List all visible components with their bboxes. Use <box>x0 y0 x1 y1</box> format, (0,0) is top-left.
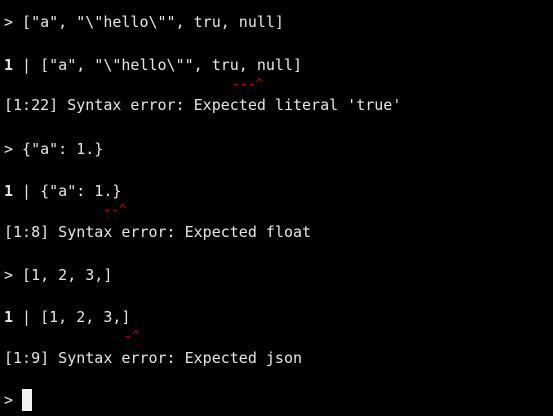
echo-separator: | <box>13 56 41 74</box>
input-prompt-line: > {"a": 1.} <box>4 140 104 158</box>
error-position-marker: -^ <box>124 329 140 344</box>
error-position-marker: ---^ <box>232 77 264 92</box>
current-prompt: > <box>4 391 14 409</box>
terminal-window[interactable]: > ["a", "\"hello\"", tru, null] 1 | ["a"… <box>0 0 553 416</box>
echo-line: 1 | ["a", "\"hello\"", tru, null] <box>4 56 302 74</box>
input-prompt-line: > ["a", "\"hello\"", tru, null] <box>4 13 284 31</box>
syntax-error-message: [1:8] Syntax error: Expected float <box>4 223 312 241</box>
echo-text: [1, 2, 3,] <box>40 308 131 326</box>
syntax-error-message: [1:9] Syntax error: Expected json <box>4 349 303 367</box>
echo-line-number: 1 <box>4 56 14 74</box>
echo-text: ["a", "\"hello\"", tru, null] <box>40 56 303 74</box>
syntax-error-message: [1:22] Syntax error: Expected literal 't… <box>4 96 402 114</box>
input-prompt-line: > [1, 2, 3,] <box>4 266 113 284</box>
error-position-marker: --^ <box>103 203 127 218</box>
echo-line: 1 | {"a": 1.} <box>4 182 121 200</box>
echo-separator: | <box>13 308 41 326</box>
echo-separator: | <box>13 182 41 200</box>
echo-line-number: 1 <box>4 308 14 326</box>
echo-line-number: 1 <box>4 182 14 200</box>
echo-text: {"a": 1.} <box>40 182 122 200</box>
echo-line: 1 | [1, 2, 3,] <box>4 308 130 326</box>
text-cursor[interactable] <box>22 389 32 411</box>
